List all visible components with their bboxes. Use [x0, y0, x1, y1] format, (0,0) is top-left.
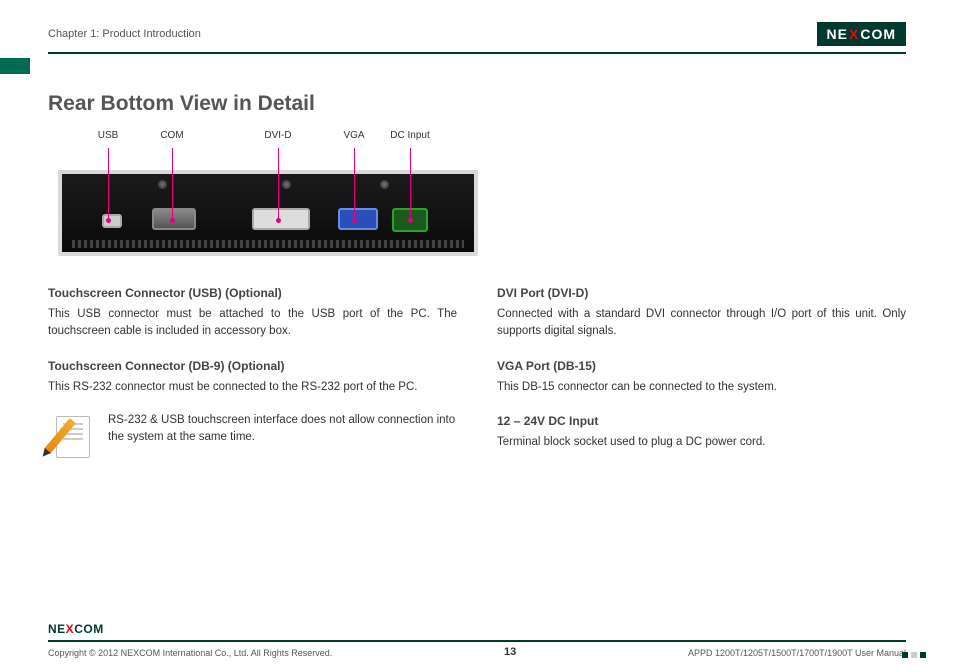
port-dvi	[252, 208, 310, 230]
header-rule	[48, 52, 906, 54]
page-number: 13	[504, 646, 516, 658]
label-usb: USB	[98, 130, 119, 141]
vent-slots	[72, 240, 464, 248]
label-vga: VGA	[343, 130, 364, 141]
body-vga-port: This DB-15 connector can be connected to…	[497, 379, 906, 396]
footer-logo: NEXCOM	[48, 622, 906, 636]
rear-panel-diagram: USB COM DVI-D VGA DC Input	[58, 130, 478, 256]
footer-rule	[48, 640, 906, 642]
leader-vga	[354, 148, 355, 220]
port-vga	[338, 208, 378, 230]
port-usb	[102, 214, 122, 228]
screw-icon	[282, 180, 291, 189]
note-pencil-icon	[48, 412, 94, 458]
page-title: Rear Bottom View in Detail	[48, 92, 906, 116]
footer-squares-icon	[902, 652, 926, 658]
device-rear-panel	[58, 170, 478, 256]
leader-com	[172, 148, 173, 220]
leader-dc	[410, 148, 411, 220]
body-dvi-port: Connected with a standard DVI connector …	[497, 306, 906, 341]
body-usb-connector: This USB connector must be attached to t…	[48, 306, 457, 341]
note-text: RS-232 & USB touchscreen interface does …	[108, 412, 457, 447]
copyright-text: Copyright © 2012 NEXCOM International Co…	[48, 648, 332, 658]
manual-title: APPD 1200T/1205T/1500T/1700T/1900T User …	[688, 648, 906, 658]
body-db9-connector: This RS-232 connector must be connected …	[48, 379, 457, 396]
chapter-label: Chapter 1: Product Introduction	[48, 28, 201, 40]
page-tab-decoration	[0, 58, 30, 74]
screw-icon	[380, 180, 389, 189]
heading-vga-port: VGA Port (DB-15)	[497, 357, 906, 375]
label-com: COM	[160, 130, 183, 141]
heading-dvi-port: DVI Port (DVI-D)	[497, 284, 906, 302]
heading-dc-input: 12 – 24V DC Input	[497, 412, 906, 430]
heading-usb-connector: Touchscreen Connector (USB) (Optional)	[48, 284, 457, 302]
label-dvid: DVI-D	[264, 130, 291, 141]
leader-dvid	[278, 148, 279, 220]
leader-usb	[108, 148, 109, 220]
label-dc: DC Input	[390, 130, 429, 141]
heading-db9-connector: Touchscreen Connector (DB-9) (Optional)	[48, 357, 457, 375]
brand-logo: NEXCOM	[817, 22, 906, 46]
screw-icon	[158, 180, 167, 189]
body-dc-input: Terminal block socket used to plug a DC …	[497, 434, 906, 451]
